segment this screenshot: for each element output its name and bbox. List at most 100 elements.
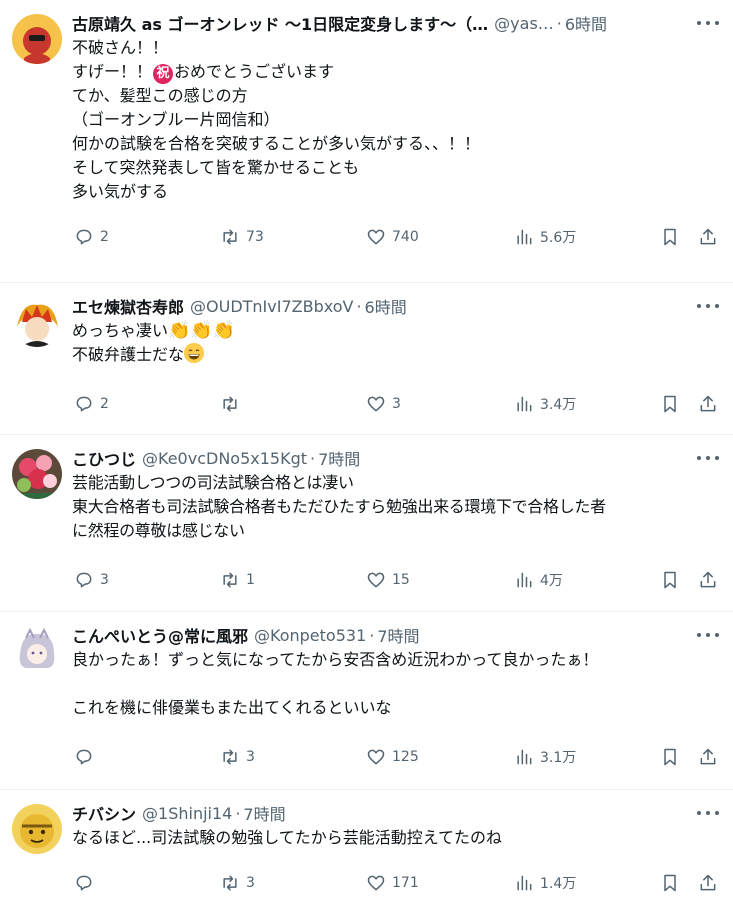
share-icon [700,228,716,245]
views-chart-icon [517,396,532,412]
views-chart-icon [517,572,532,588]
like-button[interactable]: 171 [366,872,419,894]
display-name[interactable]: 古原靖久 as ゴーオンレッド ～1日限定変身します～（… [72,11,488,35]
user-handle[interactable]: @Ke0vcDNo5x15Kgt [142,449,307,468]
timestamp[interactable]: 7時間 [243,801,285,825]
timestamp[interactable]: 6時間 [365,294,407,318]
bookmark-icon [664,748,676,766]
display-name[interactable]: こひつじ [72,446,136,470]
views-count: 4万 [540,573,563,589]
user-avatar[interactable] [12,449,62,499]
share-button[interactable] [698,746,718,768]
more-options-icon[interactable] [697,628,719,642]
user-handle[interactable]: @Konpeto531 [254,626,366,645]
like-count: 125 [392,749,419,765]
display-name[interactable]: エセ煉獄杏寿郎 [72,294,184,318]
user-avatar[interactable] [12,804,62,854]
views-button[interactable]: 1.4万 [514,872,576,894]
share-button[interactable] [698,872,718,894]
repost-button[interactable] [220,393,246,415]
repost-icon [223,875,237,891]
reply-button[interactable] [74,746,100,768]
bookmark-button[interactable] [660,746,680,768]
repost-count: 1 [246,572,255,588]
bookmark-button[interactable] [660,872,680,894]
views-button[interactable]: 5.6万 [514,226,576,248]
bookmark-icon [664,228,676,246]
grinning-face-emoji-icon [184,343,205,363]
share-button[interactable] [698,226,718,248]
user-avatar[interactable] [12,297,62,347]
tweet-actions: 3 125 3.1万 [0,734,717,782]
text-line: 何かの試験を合格を突破することが多い気がする、、！！ [72,134,481,153]
timestamp[interactable]: 7時間 [318,446,360,470]
user-handle[interactable]: @1Shinji14 [142,804,232,823]
timestamp[interactable]: 7時間 [377,623,419,647]
repost-button[interactable]: 3 [220,872,255,894]
tweet[interactable]: エセ煉獄杏寿郎 @OUDTnIvI7ZBbxoV · 6時間 めっちゃ凄い👏👏👏… [0,283,733,435]
text-line: に然程の尊敬は感じない [72,521,245,540]
timestamp[interactable]: 6時間 [565,11,607,35]
views-chart-icon [517,875,532,891]
like-count: 15 [392,572,410,588]
share-icon [700,874,716,891]
views-button[interactable]: 3.4万 [514,393,576,415]
user-handle[interactable]: @OUDTnIvI7ZBbxoV [190,297,353,316]
reply-button[interactable]: 2 [74,393,109,415]
views-button[interactable]: 3.1万 [514,746,576,768]
text-line: （ゴーオンブルー片岡信和） [72,110,280,129]
more-options-icon[interactable] [697,806,719,820]
more-options-icon[interactable] [697,16,719,30]
reply-icon [76,396,92,412]
like-button[interactable]: 3 [366,393,401,415]
tweet-header: 古原靖久 as ゴーオンレッド ～1日限定変身します～（… @yas… · 6時… [72,11,717,35]
display-name[interactable]: チバシン [72,801,136,825]
share-button[interactable] [698,569,718,591]
separator-dot: · [310,448,316,468]
text-line: すげー！！祝おめでとうございます [72,60,717,84]
tweet-text: めっちゃ凄い👏👏👏 不破弁護士だな [72,319,717,367]
tweet-header: こんぺいとう@常に風邪 @Konpeto531 · 7時間 [72,623,717,647]
user-avatar[interactable] [12,14,62,64]
reply-button[interactable]: 3 [74,569,109,591]
views-button[interactable]: 4万 [514,569,563,591]
repost-button[interactable]: 1 [220,569,255,591]
clapping-hands-emoji-icon: 👏👏👏 [168,320,236,341]
tweet[interactable]: こひつじ @Ke0vcDNo5x15Kgt · 7時間 芸能活動しつつの司法試験… [0,435,733,612]
text-line: めっちゃ凄い👏👏👏 [72,320,236,341]
text-line: てか、髪型この感じの方 [72,86,248,105]
tweet[interactable]: こんぺいとう@常に風邪 @Konpeto531 · 7時間 良かったぁ！ずっと気… [0,612,733,790]
like-button[interactable]: 15 [366,569,410,591]
like-button[interactable]: 740 [366,226,419,248]
repost-count: 3 [246,875,255,891]
like-button[interactable]: 125 [366,746,419,768]
user-avatar[interactable] [12,626,62,676]
tweet[interactable]: 古原靖久 as ゴーオンレッド ～1日限定変身します～（… @yas… · 6時… [0,0,733,283]
heart-icon [367,396,385,412]
tweet-header: こひつじ @Ke0vcDNo5x15Kgt · 7時間 [72,446,717,470]
more-options-icon[interactable] [697,451,719,465]
text-line: これを機に俳優業もまた出てくれるといいな [72,698,392,717]
bookmark-button[interactable] [660,226,680,248]
text-line: 多い気がする [72,182,169,201]
display-name[interactable]: こんぺいとう@常に風邪 [72,623,248,647]
separator-dot: · [356,296,362,316]
reply-count: 2 [100,396,109,412]
tweet-text: 不破さん！！ すげー！！祝おめでとうございます てか、髪型この感じの方 （ゴーオンブル… [72,36,717,204]
user-handle[interactable]: @yas… [494,14,554,33]
share-button[interactable] [698,393,718,415]
separator-dot: · [235,803,241,823]
repost-icon [223,572,237,588]
reply-button[interactable] [74,872,100,894]
repost-button[interactable]: 73 [220,226,264,248]
bookmark-button[interactable] [660,393,680,415]
separator-dot: · [369,625,375,645]
bookmark-button[interactable] [660,569,680,591]
text-line: なるほど...司法試験の勉強してたから芸能活動控えてたのね [72,828,502,847]
repost-button[interactable]: 3 [220,746,255,768]
reply-button[interactable]: 2 [74,226,109,248]
tweet[interactable]: チバシン @1Shinji14 · 7時間 なるほど...司法試験の勉強してたか… [0,790,733,919]
share-icon [700,395,716,412]
views-count: 5.6万 [540,230,577,246]
more-options-icon[interactable] [697,299,719,313]
